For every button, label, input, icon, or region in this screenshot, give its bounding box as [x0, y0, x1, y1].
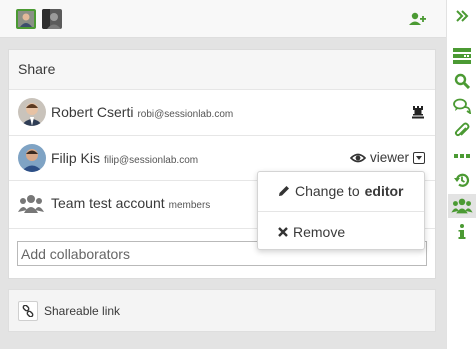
comments-icon[interactable]	[452, 96, 472, 116]
avatar	[18, 144, 46, 172]
more-icon[interactable]	[452, 146, 472, 166]
history-icon[interactable]	[452, 170, 472, 190]
dropdown-caret-icon[interactable]	[413, 151, 425, 164]
agenda-icon[interactable]	[452, 46, 472, 66]
shareable-link-label: Shareable link	[44, 304, 121, 318]
avatar	[18, 98, 46, 126]
user-avatar-icon	[18, 98, 46, 126]
top-bar	[0, 0, 446, 38]
info-icon[interactable]	[452, 222, 472, 242]
user-avatar-icon	[18, 144, 46, 172]
shareable-link-button[interactable]: Shareable link	[18, 300, 120, 322]
avatar[interactable]	[42, 9, 62, 29]
team-icon[interactable]	[448, 194, 476, 218]
avatar[interactable]	[16, 9, 36, 29]
change-role-menu-item[interactable]: Change to editor	[258, 172, 424, 210]
role-label: viewer	[369, 150, 409, 165]
add-user-icon[interactable]	[408, 10, 426, 28]
menu-divider	[258, 211, 424, 212]
rook-icon	[412, 106, 424, 119]
collaborator-email: members	[168, 200, 211, 211]
role-selector[interactable]: viewer	[349, 150, 425, 165]
collaborator-email: robi@sessionlab.com	[137, 109, 234, 120]
user-avatar-icon	[42, 9, 62, 29]
link-icon	[18, 301, 38, 321]
shareable-link-panel: Shareable link	[8, 289, 436, 332]
close-icon	[278, 227, 288, 237]
collaborator-email: filip@sessionlab.com	[104, 155, 199, 166]
search-icon[interactable]	[452, 71, 472, 91]
team-icon	[18, 195, 44, 213]
collaborator-name: Team test account members	[51, 195, 211, 211]
collaborator-name: Filip Kis filip@sessionlab.com	[51, 150, 199, 166]
role-menu: Change to editor Remove	[257, 171, 425, 250]
user-avatar-icon	[18, 11, 34, 27]
remove-menu-item[interactable]: Remove	[258, 213, 424, 251]
eye-icon	[349, 153, 366, 162]
panel-title: Share	[9, 50, 435, 90]
attachment-icon[interactable]	[452, 121, 472, 141]
right-sidebar	[446, 0, 476, 349]
pencil-icon	[279, 186, 289, 196]
collaborator-name: Robert Cserti robi@sessionlab.com	[51, 104, 234, 120]
main-area: Share Robert Csertirobi@sessionlab.com	[0, 0, 446, 349]
collaborator-row: Robert Cserti robi@sessionlab.com	[9, 90, 435, 136]
double-chevron-right-icon[interactable]	[452, 6, 472, 26]
